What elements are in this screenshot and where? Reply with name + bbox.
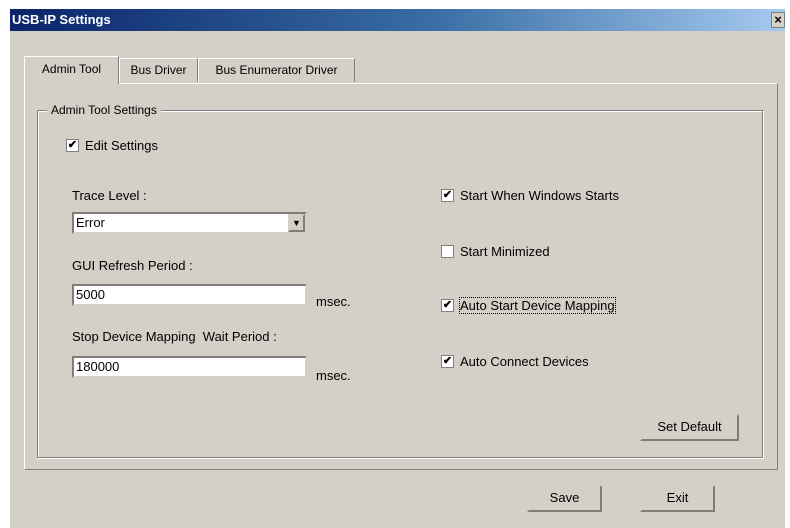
stop-wait-label: Stop Device Mapping Wait Period : (72, 329, 277, 344)
admin-tool-panel: Admin Tool Settings ✔ Edit Settings Trac… (24, 83, 778, 470)
stop-wait-unit: msec. (316, 368, 351, 383)
option-label: Auto Start Device Mapping (459, 297, 616, 314)
tab-label: Bus Enumerator Driver (215, 63, 338, 77)
settings-dialog: USB-IP Settings × Admin Tool Bus Driver … (10, 9, 785, 528)
close-button[interactable]: × (771, 12, 785, 28)
gui-refresh-value: 5000 (76, 287, 105, 302)
tab-label: Admin Tool (41, 62, 102, 76)
edit-settings-label: Edit Settings (85, 138, 158, 153)
option-label: Start Minimized (460, 244, 550, 259)
checkbox-box[interactable] (441, 245, 454, 258)
gui-refresh-input[interactable]: 5000 (72, 284, 307, 306)
trace-level-select[interactable]: Error ▼ (72, 212, 307, 234)
group-legend: Admin Tool Settings (47, 103, 161, 117)
checkbox-box[interactable]: ✔ (66, 139, 79, 152)
tab-bus-enumerator-driver[interactable]: Bus Enumerator Driver (198, 58, 355, 82)
option-label: Auto Connect Devices (460, 354, 589, 369)
trace-level-value: Error (76, 215, 105, 230)
gui-refresh-label: GUI Refresh Period : (72, 258, 193, 273)
gui-refresh-unit: msec. (316, 294, 351, 309)
close-icon: × (774, 12, 782, 27)
tab-label: Bus Driver (130, 63, 187, 77)
checkmark-icon: ✔ (442, 355, 453, 367)
tab-bus-driver[interactable]: Bus Driver (119, 58, 198, 82)
checkmark-icon: ✔ (442, 299, 453, 311)
dropdown-arrow-icon[interactable]: ▼ (288, 214, 305, 232)
exit-button[interactable]: Exit (640, 485, 715, 512)
save-button[interactable]: Save (527, 485, 602, 512)
checkbox-box[interactable]: ✔ (441, 299, 454, 312)
trace-level-label: Trace Level : (72, 188, 147, 203)
tab-admin-tool[interactable]: Admin Tool (24, 56, 119, 84)
checkmark-icon: ✔ (442, 189, 453, 201)
checkbox-box[interactable]: ✔ (441, 355, 454, 368)
title-bar[interactable]: USB-IP Settings × (10, 9, 785, 31)
stop-wait-value: 180000 (76, 359, 120, 374)
window-title: USB-IP Settings (12, 12, 111, 27)
stop-wait-input[interactable]: 180000 (72, 356, 307, 378)
checkbox-box[interactable]: ✔ (441, 189, 454, 202)
checkmark-icon: ✔ (67, 139, 78, 151)
option-label: Start When Windows Starts (460, 188, 619, 203)
set-default-button[interactable]: Set Default (640, 414, 739, 441)
